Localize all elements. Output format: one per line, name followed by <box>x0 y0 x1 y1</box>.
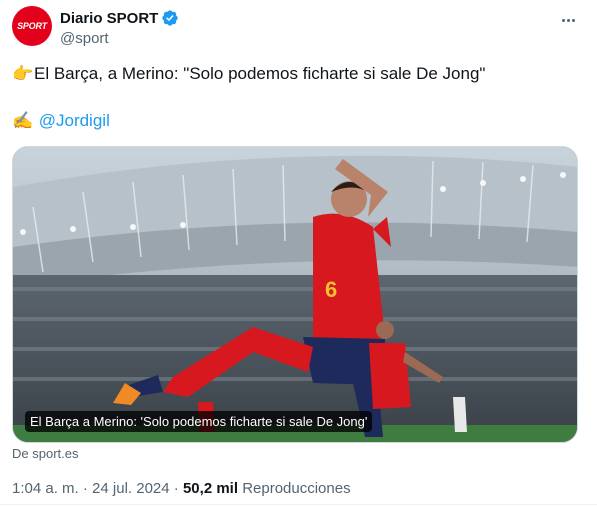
pointing-hand-icon: 👉 <box>12 64 34 83</box>
photo-stadium-player: 6 <box>13 147 577 442</box>
author-handle[interactable]: @sport <box>60 30 109 47</box>
author-name-row[interactable]: Diario SPORT <box>60 8 179 28</box>
avatar[interactable]: SPORT <box>12 6 52 46</box>
divider <box>0 504 597 505</box>
mention-link[interactable]: @Jordigil <box>39 111 110 130</box>
writing-hand-icon: ✍️ <box>12 111 34 130</box>
verified-badge-icon <box>161 9 179 27</box>
tweet-text: El Barça, a Merino: "Solo podemos fichar… <box>34 64 486 83</box>
more-options-icon[interactable] <box>556 8 580 32</box>
media-caption: El Barça a Merino: 'Solo podemos fichart… <box>25 411 373 432</box>
jersey-number: 6 <box>325 277 337 302</box>
tweet: SPORT Diario SPORT @sport 👉El Barça, a M… <box>0 0 597 507</box>
tweet-date[interactable]: 24 jul. 2024 <box>92 480 170 497</box>
meta-separator: · <box>173 480 179 497</box>
author-display-name[interactable]: Diario SPORT <box>60 10 158 27</box>
views-label: Reproducciones <box>242 480 351 497</box>
meta-separator: · <box>82 480 88 497</box>
link-source[interactable]: De sport.es <box>12 446 78 461</box>
avatar-logo-text: SPORT <box>17 21 47 31</box>
tweet-meta: 1:04 a. m. · 24 jul. 2024 · 50,2 mil Rep… <box>12 480 351 497</box>
tweet-text-line-1: 👉El Barça, a Merino: "Solo podemos ficha… <box>12 63 485 85</box>
tweet-text-line-2: ✍️ @Jordigil <box>12 110 110 132</box>
views-count: 50,2 mil <box>182 480 239 497</box>
tweet-time[interactable]: 1:04 a. m. <box>12 480 79 497</box>
media-card-image[interactable]: 6 El Barça a Merino: 'Solo podemos ficha… <box>12 146 578 443</box>
